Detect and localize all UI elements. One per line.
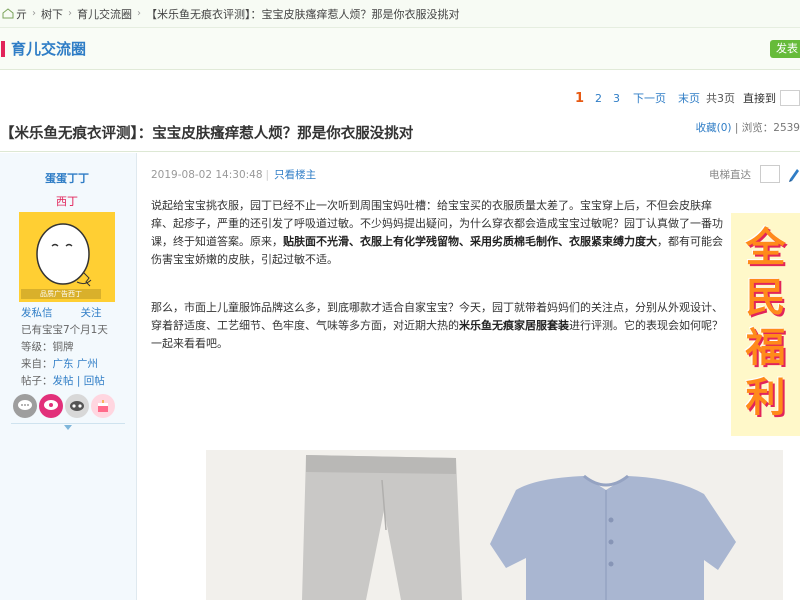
- page-current: 1: [574, 90, 584, 106]
- author-posts-links[interactable]: 发帖 | 回帖: [53, 375, 105, 387]
- page-jump-label: 直接到: [743, 92, 776, 105]
- page-last-link[interactable]: 末页: [678, 90, 700, 106]
- author-badges: [13, 394, 117, 418]
- author-location-label: 来自：: [21, 358, 53, 370]
- breadcrumb-item-shuxia[interactable]: 树下: [41, 6, 63, 22]
- author-level: 等级：铜牌: [21, 339, 74, 354]
- post-time: 2019-08-02 14:30:48: [151, 169, 263, 181]
- thread-header: 【米乐鱼无痕衣评测】：宝宝皮肤瘙痒惹人烦？那是你衣服没挑对 收藏(0) | 浏览…: [0, 112, 800, 152]
- author-posts: 帖子：发帖 | 回帖: [21, 373, 105, 388]
- floor-jump-label: 电梯直达: [709, 169, 751, 181]
- forum-accent-bar: [1, 40, 5, 57]
- view-count: 浏览：2539: [741, 122, 800, 134]
- baby-clothes-photo: [206, 450, 783, 600]
- promo-char: 全: [745, 225, 786, 271]
- author-level-value: 铜牌: [52, 341, 74, 353]
- breadcrumb-separator: ›: [68, 8, 72, 19]
- post-new-button[interactable]: 发表: [770, 40, 800, 58]
- post-paragraph-2: 那么，市面上儿童服饰品牌这么多，到底哪款才适合自家宝宝？今天，园丁就带着妈妈们的…: [151, 299, 723, 353]
- breadcrumb-item-forum[interactable]: 育儿交流圈: [77, 6, 132, 22]
- forum-title[interactable]: 育儿交流圈: [11, 38, 86, 59]
- thread-title: 【米乐鱼无痕衣评测】：宝宝皮肤瘙痒惹人烦？那是你衣服没挑对: [0, 126, 414, 142]
- post-meta: 2019-08-02 14:30:48 | 只看楼主: [151, 167, 316, 182]
- avatar[interactable]: 品质广告西丁: [19, 212, 115, 302]
- promo-text: 全 民 福 利: [731, 223, 800, 423]
- author-name[interactable]: 蛋蛋丁丁: [0, 170, 134, 186]
- thread-stats: 收藏(0) | 浏览：2539: [696, 120, 800, 135]
- author-actions: 发私信 关注: [21, 305, 102, 320]
- breadcrumb-separator: ›: [137, 8, 141, 19]
- page-total: 共3页: [706, 92, 735, 105]
- promo-char: 利: [745, 375, 786, 421]
- chevron-down-icon: [64, 425, 72, 430]
- breadcrumb-item-thread[interactable]: 【米乐鱼无痕衣评测】：宝宝皮肤瘙痒惹人烦？那是你衣服没挑对: [146, 6, 460, 22]
- breadcrumb-separator: ›: [32, 8, 36, 19]
- floor-jump-input[interactable]: [760, 165, 780, 183]
- author-panel: 蛋蛋丁丁 西丁 品质广告西丁 发私信 关注 已有宝宝7个月1天 等级：铜牌 来自：…: [0, 153, 137, 600]
- author-level-label: 等级：: [21, 341, 53, 353]
- chat-bubble-badge-icon[interactable]: [13, 394, 37, 418]
- promo-char: 民: [745, 275, 786, 321]
- pagination: 1 2 3 下一页 末页 共3页 直接到: [575, 90, 800, 106]
- home-icon[interactable]: [2, 8, 16, 19]
- pencil-icon[interactable]: [788, 165, 800, 183]
- mask-badge-icon[interactable]: [65, 394, 89, 418]
- only-op-link[interactable]: 只看楼主: [274, 169, 316, 181]
- promo-char: 福: [745, 325, 786, 371]
- page-link-2[interactable]: 2: [595, 92, 602, 105]
- promo-banner[interactable]: 全 民 福 利: [731, 213, 800, 436]
- author-posts-label: 帖子：: [21, 375, 53, 387]
- post-paragraph-1: 说起给宝宝挑衣服，园丁已经不止一次听到周围宝妈吐槽：给宝宝买的衣服质量太差了。宝…: [151, 197, 723, 269]
- pink-chat-badge-icon[interactable]: [39, 394, 63, 418]
- stats-separator: |: [734, 122, 742, 134]
- post-p2-bold: 米乐鱼无痕家居服套装: [459, 319, 569, 332]
- breadcrumb-home-label[interactable]: 亓: [16, 6, 27, 22]
- author-rank: 西丁: [56, 195, 78, 208]
- author-location: 来自：广东 广州: [21, 356, 98, 371]
- page-jump-input[interactable]: [780, 90, 800, 106]
- post-p1-bold: 贴肤面不光滑、衣服上有化学残留物、采用劣质棉毛制作、衣服紧束缚力度大: [283, 235, 657, 248]
- meta-separator: |: [265, 169, 270, 181]
- follow-link[interactable]: 关注: [81, 307, 102, 319]
- panel-expand-toggle[interactable]: [11, 423, 125, 431]
- page-link-3[interactable]: 3: [613, 92, 620, 105]
- cake-badge-icon[interactable]: [91, 394, 115, 418]
- avatar-caption: 品质广告西丁: [21, 289, 101, 299]
- author-baby-age: 已有宝宝7个月1天: [21, 324, 108, 336]
- breadcrumb: 亓 › 树下 › 育儿交流圈 › 【米乐鱼无痕衣评测】：宝宝皮肤瘙痒惹人烦？那是…: [0, 0, 800, 28]
- product-photo: [206, 450, 783, 600]
- page-next-link[interactable]: 下一页: [633, 90, 666, 106]
- forum-header: 育儿交流圈 发表: [0, 28, 800, 70]
- favorite-link[interactable]: 收藏(0): [696, 122, 732, 134]
- send-message-link[interactable]: 发私信: [21, 307, 53, 319]
- author-location-value[interactable]: 广东 广州: [53, 358, 98, 370]
